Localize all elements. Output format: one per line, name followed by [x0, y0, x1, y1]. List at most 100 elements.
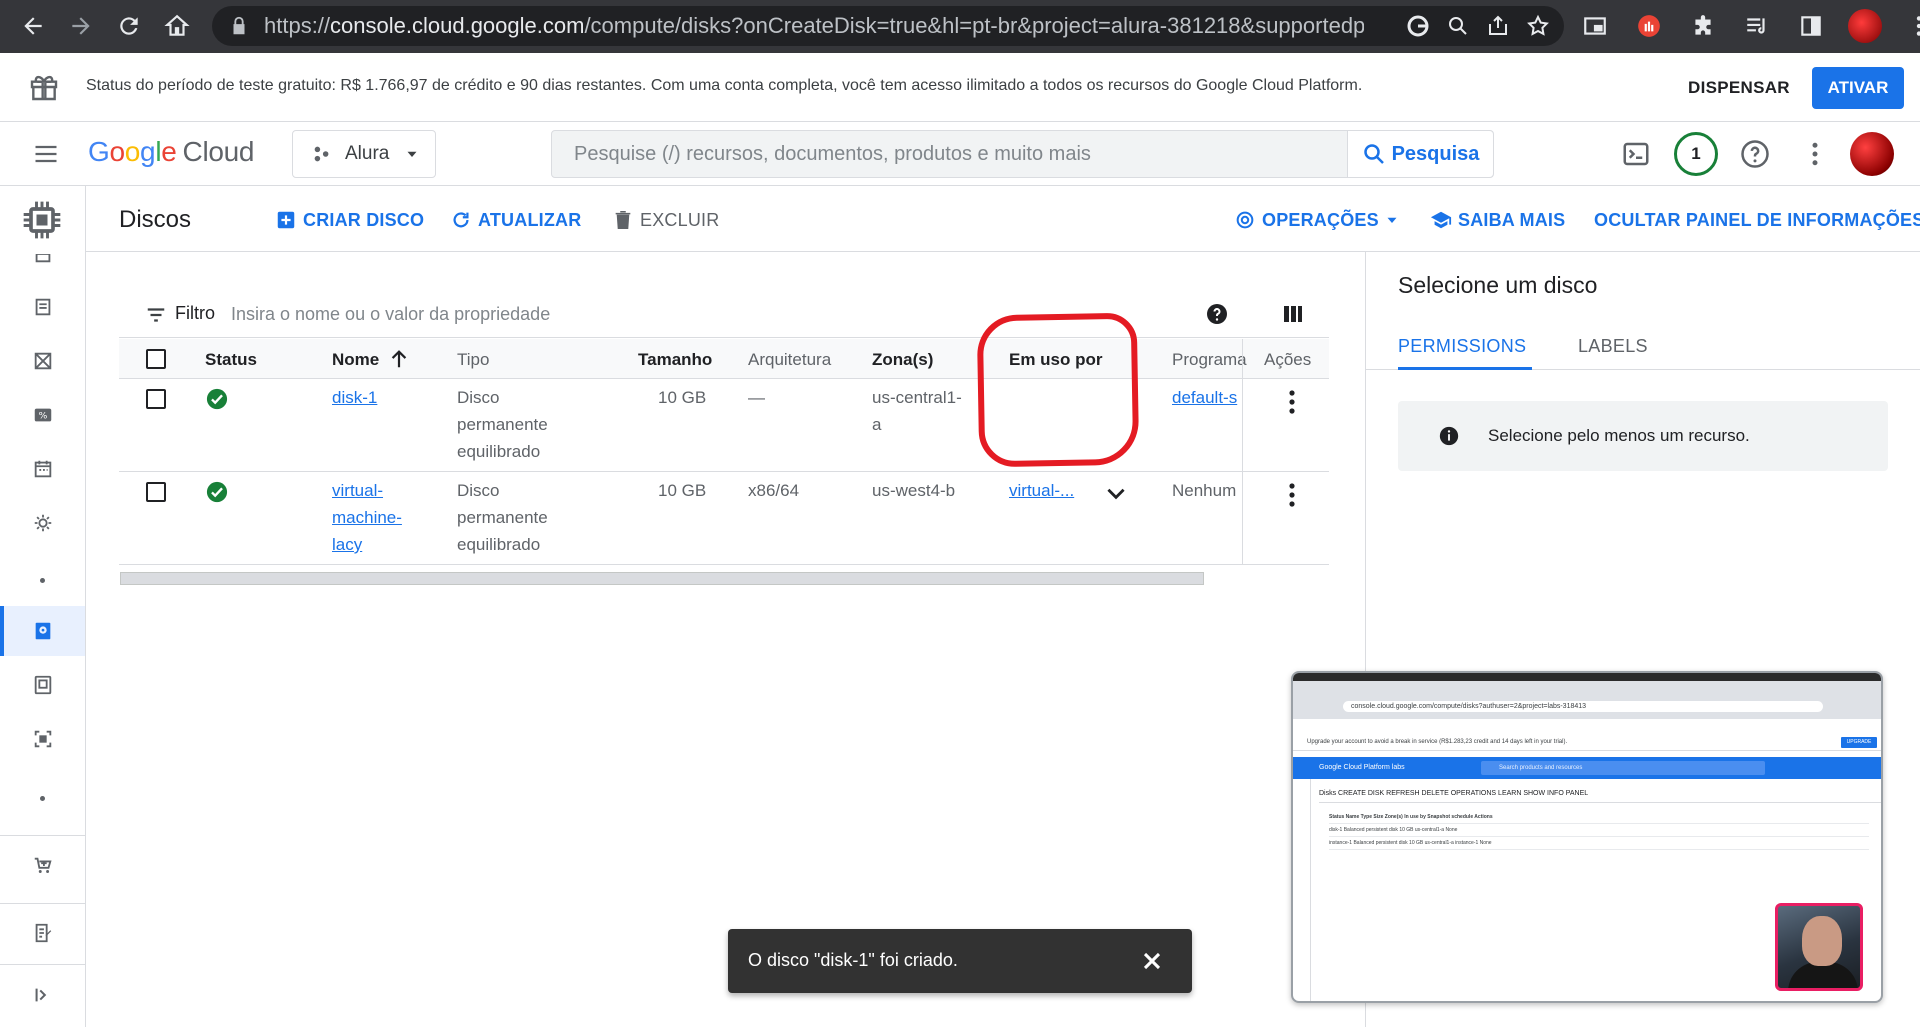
- trash-icon: [615, 211, 631, 229]
- side-panel-icon[interactable]: [1791, 6, 1831, 46]
- nav-expand-icon[interactable]: [0, 970, 85, 1020]
- disk-name-link[interactable]: disk-1: [332, 384, 377, 411]
- help-icon[interactable]: [1737, 136, 1773, 172]
- user-avatar[interactable]: [1850, 132, 1894, 176]
- nav-item-release-notes[interactable]: [0, 908, 85, 958]
- google-lens-icon[interactable]: [1402, 10, 1434, 42]
- column-header-zone[interactable]: Zona(s): [872, 350, 933, 370]
- sort-ascending-icon[interactable]: [388, 347, 410, 371]
- pip-notice: Upgrade your account to avoid a break in…: [1293, 733, 1881, 751]
- trial-banner: Status do período de teste gratuito: R$ …: [0, 53, 1920, 122]
- horizontal-scrollbar[interactable]: [120, 572, 1204, 585]
- compute-engine-icon[interactable]: [20, 198, 64, 242]
- profile-avatar[interactable]: [1845, 6, 1885, 46]
- lock-icon: [233, 16, 245, 35]
- column-header-status[interactable]: Status: [205, 350, 257, 370]
- delete-button[interactable]: EXCLUIR: [612, 204, 719, 236]
- extension-hand-icon[interactable]: [1629, 6, 1669, 46]
- tab-labels[interactable]: LABELS: [1578, 336, 1648, 357]
- notifications-badge[interactable]: 1: [1674, 132, 1718, 176]
- extensions-puzzle-icon[interactable]: [1683, 6, 1723, 46]
- disk-name-link[interactable]: virtual-machine-lacy: [332, 477, 402, 558]
- dismiss-button[interactable]: DISPENSAR: [1676, 69, 1802, 107]
- search-button[interactable]: Pesquisa: [1347, 131, 1493, 177]
- video-overlay-thumbnail: console.cloud.google.com/compute/disks?a…: [1291, 671, 1883, 1003]
- home-icon[interactable]: [154, 3, 200, 49]
- project-icon: [314, 146, 329, 162]
- nav-item-marketplace[interactable]: [0, 841, 85, 891]
- row-actions-more-icon[interactable]: [1280, 481, 1304, 509]
- nav-item-instance-templates[interactable]: [0, 282, 85, 332]
- url-text: https://console.cloud.google.com/compute…: [264, 13, 1364, 38]
- red-annotation-circle: [976, 312, 1140, 468]
- table-header: Status Nome Tipo Tamanho Arquitetura Zon…: [119, 339, 1329, 379]
- pip-table-row: disk-1 Balanced persistent disk 10 GB us…: [1329, 824, 1869, 837]
- column-display-icon[interactable]: [1281, 302, 1305, 326]
- disk-zone: us-central1- a: [872, 388, 962, 434]
- learn-more-button[interactable]: SAIBA MAIS: [1430, 204, 1565, 236]
- filter-input[interactable]: [231, 298, 731, 330]
- snapshot-schedule: Nenhum: [1172, 481, 1237, 500]
- operations-icon: [1236, 211, 1254, 229]
- operations-button[interactable]: OPERAÇÕES: [1234, 204, 1407, 236]
- nav-item-sole-tenant-nodes[interactable]: [0, 336, 85, 386]
- reload-icon[interactable]: [106, 3, 152, 49]
- caret-down-icon: [407, 151, 417, 157]
- activate-button[interactable]: ATIVAR: [1812, 67, 1904, 109]
- column-header-schedule[interactable]: Programa: [1172, 350, 1247, 370]
- presenter-shirt: [1788, 962, 1858, 988]
- column-header-name[interactable]: Nome: [332, 350, 379, 370]
- chevron-down-icon[interactable]: [1103, 480, 1129, 506]
- info-message-text: Selecione pelo menos um recurso.: [1488, 426, 1750, 445]
- row-checkbox[interactable]: [146, 482, 166, 502]
- column-header-actions: Ações: [1264, 350, 1312, 369]
- search-input[interactable]: [552, 131, 1347, 177]
- more-vert-icon[interactable]: [1797, 136, 1833, 172]
- row-actions-more-icon[interactable]: [1280, 388, 1304, 416]
- nav-item-reservations[interactable]: [0, 444, 85, 494]
- svg-text:%: %: [38, 411, 47, 422]
- create-disk-button[interactable]: CRIAR DISCO: [275, 204, 424, 236]
- nav-item-snapshots[interactable]: [0, 660, 85, 710]
- close-icon[interactable]: [1138, 947, 1166, 975]
- google-cloud-logo[interactable]: Google Cloud: [88, 136, 255, 168]
- refresh-button[interactable]: ATUALIZAR: [450, 204, 581, 236]
- nav-item-instance-groups[interactable]: [0, 498, 85, 548]
- in-use-by-link[interactable]: virtual-...: [1009, 477, 1074, 504]
- column-header-size[interactable]: Tamanho: [638, 350, 712, 370]
- nav-item-images[interactable]: [0, 714, 85, 764]
- hide-info-panel-button[interactable]: OCULTAR PAINEL DE INFORMAÇÕES: [1594, 204, 1920, 236]
- select-all-checkbox[interactable]: [146, 349, 166, 369]
- trial-status-text: Status do período de teste gratuito: R$ …: [86, 77, 1363, 94]
- project-picker[interactable]: Alura: [292, 130, 436, 178]
- column-header-architecture[interactable]: Arquitetura: [748, 350, 831, 370]
- filter-bar: Filtro: [119, 290, 1329, 338]
- zoom-icon[interactable]: [1442, 10, 1474, 42]
- info-panel-title: Selecione um disco: [1398, 272, 1598, 298]
- pip-search: Search products and resources: [1481, 761, 1765, 775]
- add-box-icon: [277, 211, 295, 229]
- back-icon[interactable]: [10, 3, 56, 49]
- help-icon[interactable]: [1205, 302, 1229, 326]
- nav-item-disks[interactable]: [0, 606, 85, 656]
- pip-table-header: Status Name Type Size Zone(s) In use by …: [1329, 811, 1869, 824]
- snapshot-schedule-link[interactable]: default-s: [1172, 384, 1242, 411]
- forward-icon[interactable]: [58, 3, 104, 49]
- cast-icon[interactable]: [1575, 6, 1615, 46]
- pip-toolbar: Disks CREATE DISK REFRESH DELETE OPERATI…: [1319, 785, 1881, 803]
- menu-icon[interactable]: [28, 140, 64, 168]
- row-checkbox[interactable]: [146, 389, 166, 409]
- column-header-type[interactable]: Tipo: [457, 350, 489, 370]
- actions-column-divider: [1242, 339, 1243, 565]
- tab-permissions[interactable]: PERMISSIONS: [1398, 336, 1526, 357]
- address-bar[interactable]: https://console.cloud.google.com/compute…: [212, 6, 1564, 46]
- more-vert-icon[interactable]: [1899, 6, 1920, 46]
- nav-item-vm-instances[interactable]: [0, 254, 85, 274]
- bookmark-star-icon[interactable]: [1522, 10, 1554, 42]
- nav-item-committed-use-discounts[interactable]: %: [0, 390, 85, 440]
- share-icon[interactable]: [1482, 10, 1514, 42]
- cloud-shell-icon[interactable]: [1618, 136, 1654, 172]
- media-control-icon[interactable]: [1737, 6, 1777, 46]
- filter-label: Filtro: [175, 303, 215, 323]
- product-side-nav: %: [0, 186, 86, 1027]
